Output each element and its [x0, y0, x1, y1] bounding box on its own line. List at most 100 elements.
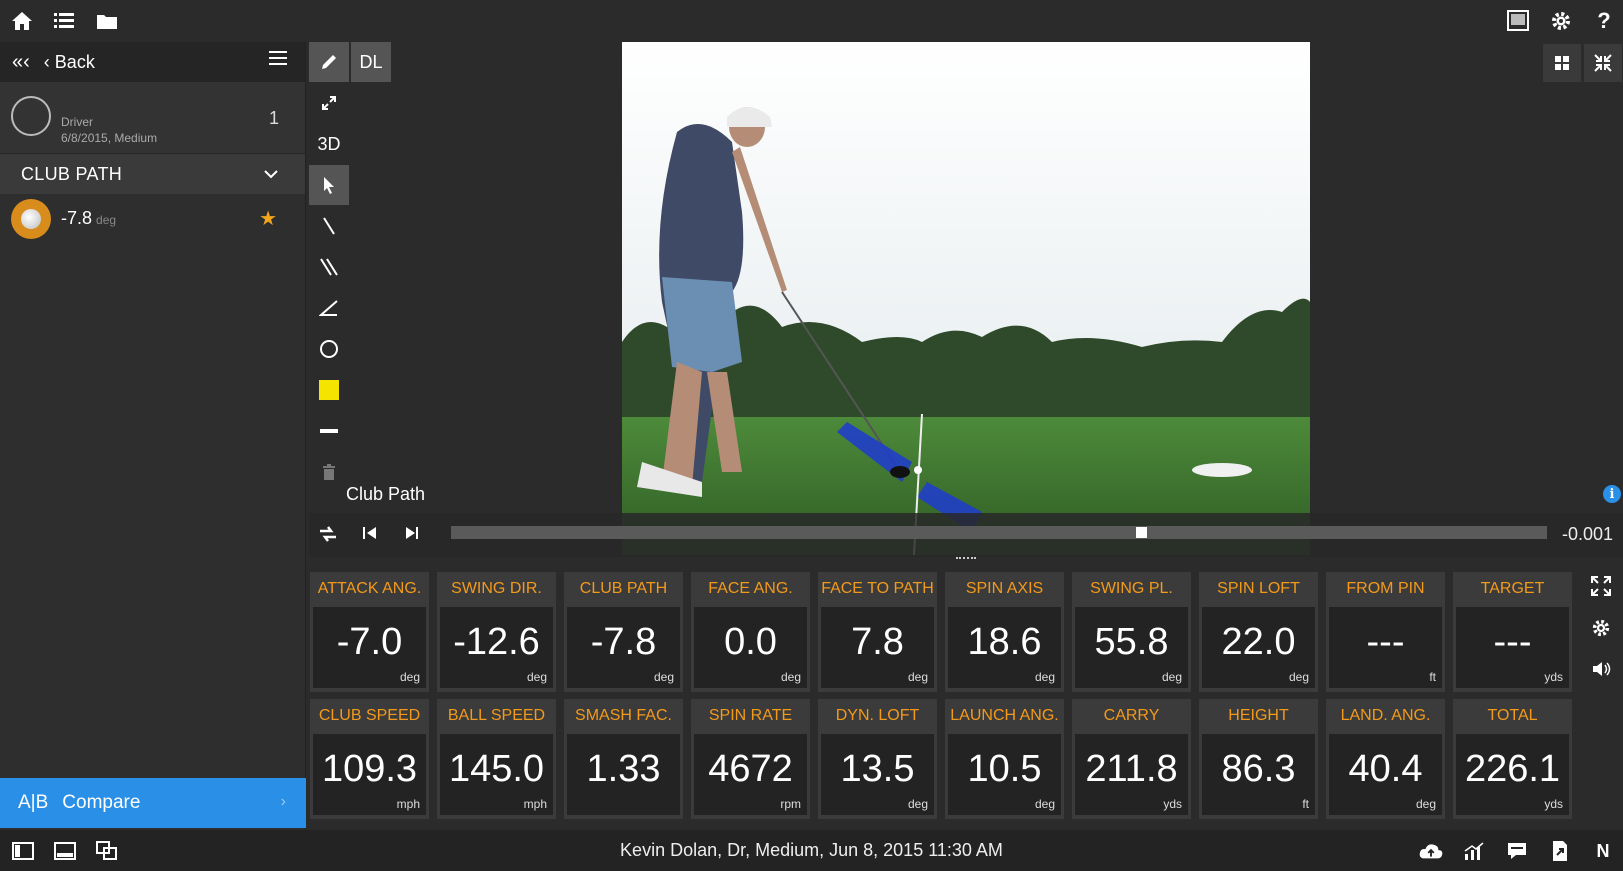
- metric-value: 7.8: [851, 621, 904, 663]
- collapse-icon[interactable]: [1584, 44, 1622, 82]
- comment-icon[interactable]: [1504, 838, 1530, 864]
- metric-label: TARGET: [1480, 580, 1545, 597]
- gear-icon[interactable]: [1548, 8, 1574, 34]
- swap-camera-icon[interactable]: [317, 523, 339, 550]
- compare-button[interactable]: A|B Compare ›: [0, 778, 306, 828]
- list-icon[interactable]: [51, 8, 77, 34]
- metrics-grid: ATTACK ANG. -7.0 deg SWING DIR. -12.6 deg CLUB…: [310, 572, 1580, 822]
- line-width-tool[interactable]: [309, 411, 349, 451]
- metric-tile[interactable]: TOTAL 226.1 yds: [1453, 699, 1572, 819]
- metric-tile[interactable]: CARRY 211.8 yds: [1072, 699, 1191, 819]
- metric-tile[interactable]: TARGET --- yds: [1453, 572, 1572, 692]
- metric-label: SMASH FAC.: [575, 707, 672, 724]
- metric-value: 0.0: [724, 621, 777, 663]
- n-badge[interactable]: N: [1590, 838, 1616, 864]
- metrics-settings-gear-icon[interactable]: [1591, 618, 1611, 643]
- dl-tool[interactable]: DL: [351, 42, 391, 82]
- info-icon[interactable]: i: [1603, 485, 1621, 503]
- metric-tile[interactable]: FACE TO PATH 7.8 deg: [818, 572, 937, 692]
- resize-grip[interactable]: [956, 557, 976, 561]
- metric-unit: deg: [907, 670, 928, 684]
- metric-tile[interactable]: CLUB SPEED 109.3 mph: [310, 699, 429, 819]
- scrub-thumb[interactable]: [1135, 527, 1147, 538]
- shot-row[interactable]: -7.8 deg ★: [0, 194, 305, 244]
- metric-value-box: 211.8 yds: [1075, 734, 1188, 815]
- home-icon[interactable]: [9, 8, 35, 34]
- metric-tile[interactable]: SPIN AXIS 18.6 deg: [945, 572, 1064, 692]
- line-tool[interactable]: [309, 206, 349, 246]
- speaker-icon[interactable]: [1591, 659, 1613, 684]
- metric-value-box: 4672 rpm: [694, 734, 807, 815]
- metric-label: FACE ANG.: [708, 580, 793, 597]
- session-club: Driver: [61, 115, 93, 129]
- grid-view-icon[interactable]: [1543, 44, 1581, 82]
- metric-tile[interactable]: LAUNCH ANG. 10.5 deg: [945, 699, 1064, 819]
- three-d-tool[interactable]: 3D: [309, 124, 349, 164]
- playback-time: -0.001: [1561, 524, 1613, 544]
- metric-unit: deg: [526, 670, 547, 684]
- metric-tile[interactable]: LAND. ANG. 40.4 deg: [1326, 699, 1445, 819]
- session-info-text: Kevin Dolan, Dr, Medium, Jun 8, 2015 11:…: [620, 840, 1003, 860]
- metric-tile[interactable]: FROM PIN --- ft: [1326, 572, 1445, 692]
- metric-tile[interactable]: FACE ANG. 0.0 deg: [691, 572, 810, 692]
- metric-label: CLUB SPEED: [318, 707, 421, 724]
- metric-tile[interactable]: DYN. LOFT 13.5 deg: [818, 699, 937, 819]
- metric-label: TOTAL: [1487, 707, 1538, 724]
- scrub-track[interactable]: [451, 526, 1547, 539]
- pencil-tool[interactable]: [309, 42, 349, 82]
- swing-video[interactable]: [622, 42, 1310, 555]
- metric-value: -7.8: [590, 621, 657, 663]
- metric-label: CLUB PATH: [579, 580, 668, 597]
- circle-tool[interactable]: [309, 329, 349, 369]
- tablet-icon[interactable]: [1505, 8, 1531, 34]
- video-overlay-label: Club Path: [346, 484, 426, 504]
- metric-value-box: 18.6 deg: [948, 607, 1061, 688]
- metric-unit: mph: [523, 797, 547, 811]
- metric-tile[interactable]: SMASH FAC. 1.33: [564, 699, 683, 819]
- expand-diagonal-icon[interactable]: [309, 83, 349, 123]
- star-icon[interactable]: ★: [259, 206, 277, 231]
- metric-value: ---: [1493, 621, 1532, 663]
- chevron-down-icon[interactable]: [263, 166, 279, 182]
- double-line-tool[interactable]: [309, 247, 349, 287]
- folder-icon[interactable]: [94, 8, 120, 34]
- trash-icon[interactable]: [309, 452, 349, 492]
- metric-value: 13.5: [840, 748, 915, 790]
- select-pointer-tool[interactable]: [309, 165, 349, 205]
- metric-unit: deg: [1288, 670, 1309, 684]
- angle-tool[interactable]: [309, 288, 349, 328]
- fullscreen-icon[interactable]: [1590, 575, 1612, 602]
- metric-value: 1.33: [586, 748, 661, 790]
- metric-header[interactable]: CLUB PATH: [0, 154, 305, 194]
- color-swatch-yellow[interactable]: [309, 370, 349, 410]
- collapse-sidebar-icon[interactable]: «‹: [12, 51, 30, 74]
- session-count: 1: [268, 108, 279, 128]
- metric-value: 18.6: [967, 621, 1042, 663]
- metric-tile[interactable]: BALL SPEED 145.0 mph: [437, 699, 556, 819]
- chart-icon[interactable]: [1461, 838, 1487, 864]
- step-forward-icon[interactable]: [403, 524, 421, 547]
- metric-tile[interactable]: ATTACK ANG. -7.0 deg: [310, 572, 429, 692]
- shot-value-text: -7.8: [61, 208, 93, 228]
- metric-unit: rpm: [780, 797, 801, 811]
- metric-unit: deg: [907, 797, 928, 811]
- skip-back-icon[interactable]: [361, 524, 379, 547]
- metric-tile[interactable]: SPIN LOFT 22.0 deg: [1199, 572, 1318, 692]
- swing-video-frame: [622, 42, 1310, 555]
- metric-unit: yds: [1544, 670, 1563, 684]
- back-button[interactable]: ‹ Back: [44, 52, 95, 73]
- metric-unit: deg: [1034, 797, 1055, 811]
- help-icon[interactable]: ?: [1591, 8, 1617, 34]
- session-item[interactable]: Driver 6/8/2015, Medium 1: [0, 82, 305, 154]
- metric-tile[interactable]: SWING PL. 55.8 deg: [1072, 572, 1191, 692]
- sidebar-header: «‹ ‹ Back: [0, 42, 305, 82]
- metric-tile[interactable]: SWING DIR. -12.6 deg: [437, 572, 556, 692]
- document-export-icon[interactable]: [1547, 838, 1573, 864]
- metric-label: SPIN LOFT: [1217, 580, 1300, 597]
- metric-unit: mph: [396, 797, 420, 811]
- metric-tile[interactable]: HEIGHT 86.3 ft: [1199, 699, 1318, 819]
- hamburger-menu-icon[interactable]: [269, 50, 291, 72]
- metric-tile[interactable]: CLUB PATH -7.8 deg: [564, 572, 683, 692]
- cloud-upload-icon[interactable]: [1418, 838, 1444, 864]
- metric-tile[interactable]: SPIN RATE 4672 rpm: [691, 699, 810, 819]
